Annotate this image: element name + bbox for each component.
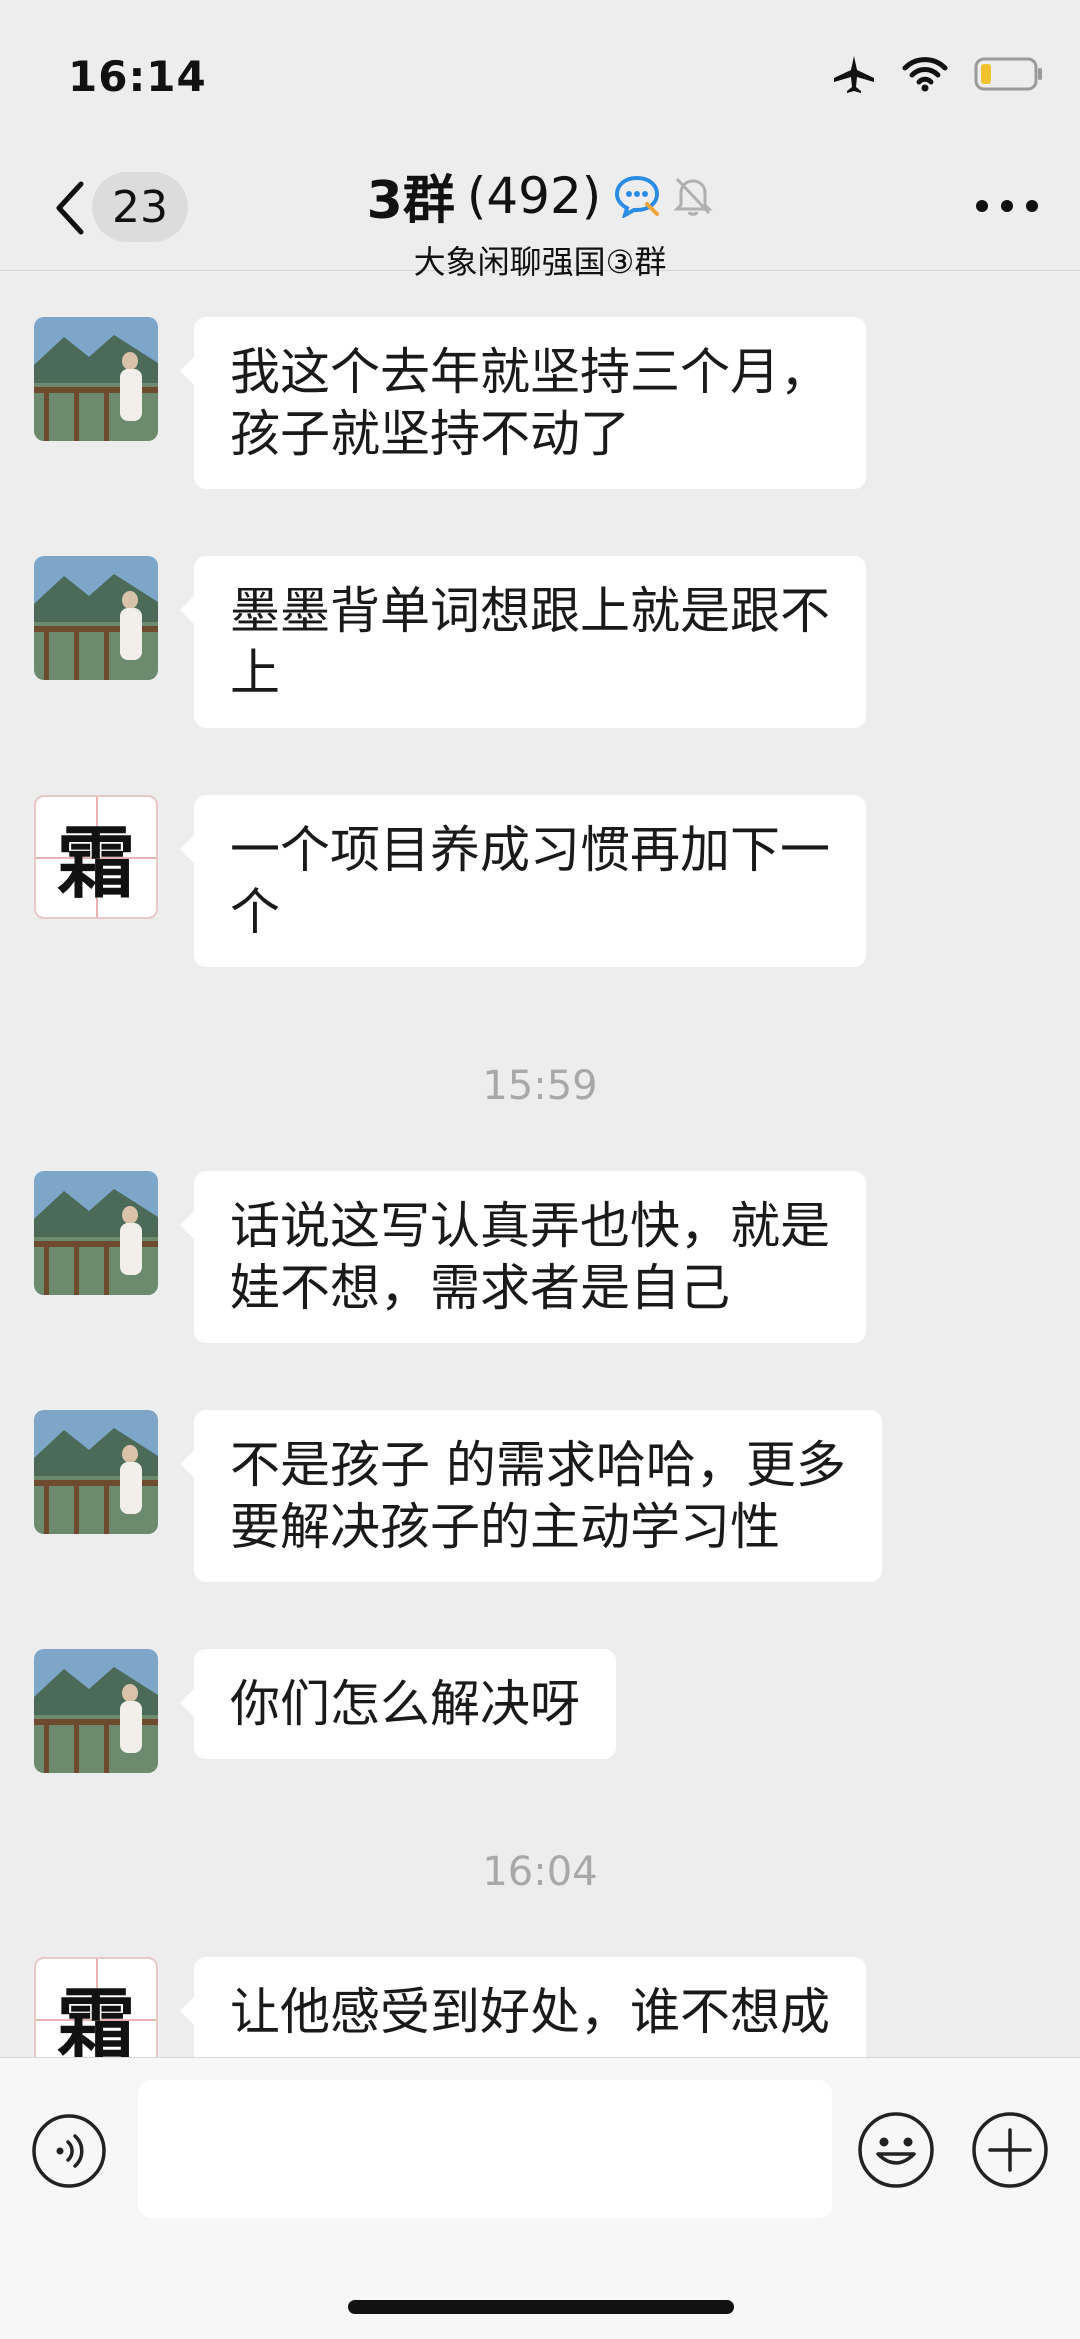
input-bar — [0, 2057, 1080, 2339]
mute-bell-icon — [673, 177, 713, 216]
message-bubble[interactable]: 一个项目养成习惯再加下一 个 — [180, 795, 866, 967]
message-bubble[interactable]: 你们怎么解决呀 — [180, 1649, 616, 1759]
message-line: 你们怎么解决呀 — [230, 1675, 580, 1733]
message-bubble[interactable]: 话说这写认真弄也快，就是 娃不想，需求者是自己 — [180, 1171, 866, 1343]
status-bar: 16:14 — [0, 0, 1080, 150]
title-area[interactable]: 3群 (492) 大象闲聊强国③群 — [0, 158, 1080, 283]
message-list[interactable]: 我这个去年就坚持三个月， 孩子就坚持不动了 墨墨背单词想跟上就是跟不 上 霜 一… — [0, 271, 1080, 2057]
message-line: 我这个去年就坚持三个月， — [230, 343, 830, 401]
status-time: 16:14 — [68, 52, 207, 101]
message-bubble[interactable]: 让他感受到好处，谁不想成 — [180, 1957, 866, 2057]
time-divider: 15:59 — [482, 1063, 598, 1109]
message-line: 让他感受到好处，谁不想成 — [230, 1983, 830, 2041]
avatar[interactable] — [34, 556, 158, 680]
avatar[interactable]: 霜 — [34, 795, 158, 919]
add-icon[interactable] — [970, 2110, 1050, 2190]
voice-icon[interactable] — [30, 2112, 108, 2190]
avatar[interactable] — [34, 1410, 158, 1534]
message-line: 不是孩子 的需求哈哈，更多 — [230, 1436, 846, 1494]
chat-bubble-icon — [615, 175, 660, 218]
message-bubble[interactable]: 不是孩子 的需求哈哈，更多 要解决孩子的主动学习性 — [180, 1410, 882, 1582]
avatar[interactable]: 霜 — [34, 1957, 158, 2057]
message-line: 墨墨背单词想跟上就是跟不 — [230, 582, 830, 640]
message-line: 孩子就坚持不动了 — [230, 405, 630, 463]
message-bubble[interactable]: 我这个去年就坚持三个月， 孩子就坚持不动了 — [180, 317, 866, 489]
wifi-icon — [902, 57, 948, 92]
status-icons — [832, 54, 1044, 94]
landscape-avatar-image — [34, 1171, 158, 1295]
message-line: 话说这写认真弄也快，就是 — [230, 1197, 830, 1255]
message-line: 上 — [230, 644, 280, 702]
message-line: 个 — [230, 883, 280, 941]
avatar[interactable] — [34, 1649, 158, 1773]
home-indicator — [348, 2300, 734, 2314]
landscape-avatar-image — [34, 1410, 158, 1534]
landscape-avatar-image — [34, 556, 158, 680]
battery-icon — [974, 57, 1042, 91]
group-title: 3群 — [366, 171, 455, 231]
frost-character-avatar: 霜 — [56, 818, 135, 909]
time-divider: 16:04 — [482, 1849, 598, 1895]
emoji-icon[interactable] — [856, 2110, 936, 2190]
message-line: 一个项目养成习惯再加下一 — [230, 821, 830, 879]
chat-header: 23 3群 (492) 大象闲聊强国③群 — [0, 150, 1080, 281]
landscape-avatar-image — [34, 1649, 158, 1773]
avatar[interactable] — [34, 317, 158, 441]
landscape-avatar-image — [34, 317, 158, 441]
message-input[interactable] — [138, 2080, 832, 2218]
message-line: 娃不想，需求者是自己 — [230, 1259, 730, 1317]
airplane-icon — [834, 56, 874, 93]
more-icon — [976, 200, 988, 212]
message-line: 要解决孩子的主动学习性 — [230, 1498, 780, 1556]
more-button[interactable] — [976, 200, 1038, 212]
member-count: (492) — [466, 166, 602, 225]
avatar[interactable] — [34, 1171, 158, 1295]
frost-character-avatar: 霜 — [56, 1980, 135, 2057]
message-bubble[interactable]: 墨墨背单词想跟上就是跟不 上 — [180, 556, 866, 728]
